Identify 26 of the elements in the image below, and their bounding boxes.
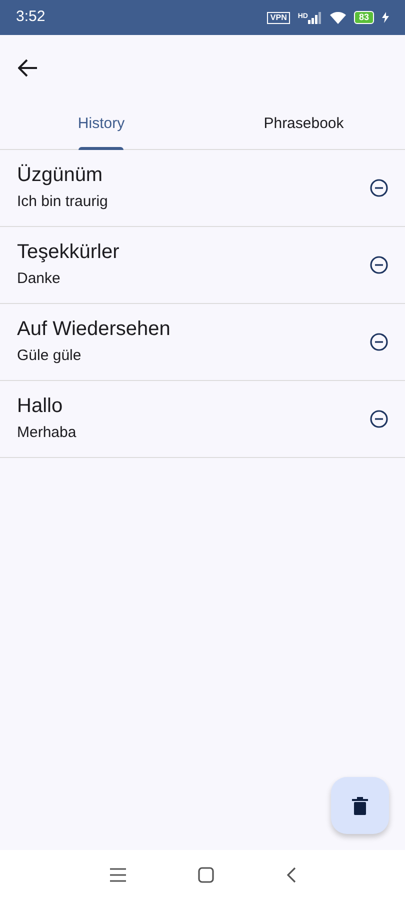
tab[interactable]: Phrasebook (202, 100, 405, 149)
phrase-translation: Danke (17, 268, 62, 289)
phrase-title: Hallo (17, 394, 64, 418)
wifi-icon (330, 12, 346, 24)
tab[interactable]: History (0, 100, 202, 149)
delete-button[interactable] (331, 777, 389, 834)
phrase-title: Üzgünüm (17, 162, 104, 187)
battery-level: 83 (354, 11, 374, 24)
phrase-translation: Merhaba (17, 422, 76, 443)
home-button[interactable] (198, 867, 214, 883)
back-nav-button[interactable] (286, 867, 296, 883)
back-button[interactable] (18, 58, 38, 76)
phrase-translation: Ich bin traurig (17, 192, 108, 212)
charging-icon (382, 12, 389, 23)
phrase-translation: Güle güle (17, 346, 82, 366)
remove-icon[interactable] (370, 179, 388, 197)
phrase-title: Teşekkürler (17, 240, 120, 264)
vpn-indicator: VPN (267, 12, 290, 24)
menu-button[interactable] (110, 868, 126, 882)
remove-icon[interactable] (370, 256, 388, 274)
signal-icon (308, 12, 322, 24)
remove-icon[interactable] (370, 410, 388, 428)
phrase-title: Auf Wiedersehen (17, 316, 170, 341)
remove-icon[interactable] (370, 333, 388, 351)
trash-icon (352, 796, 368, 814)
status-time: 3:52 (16, 7, 46, 28)
